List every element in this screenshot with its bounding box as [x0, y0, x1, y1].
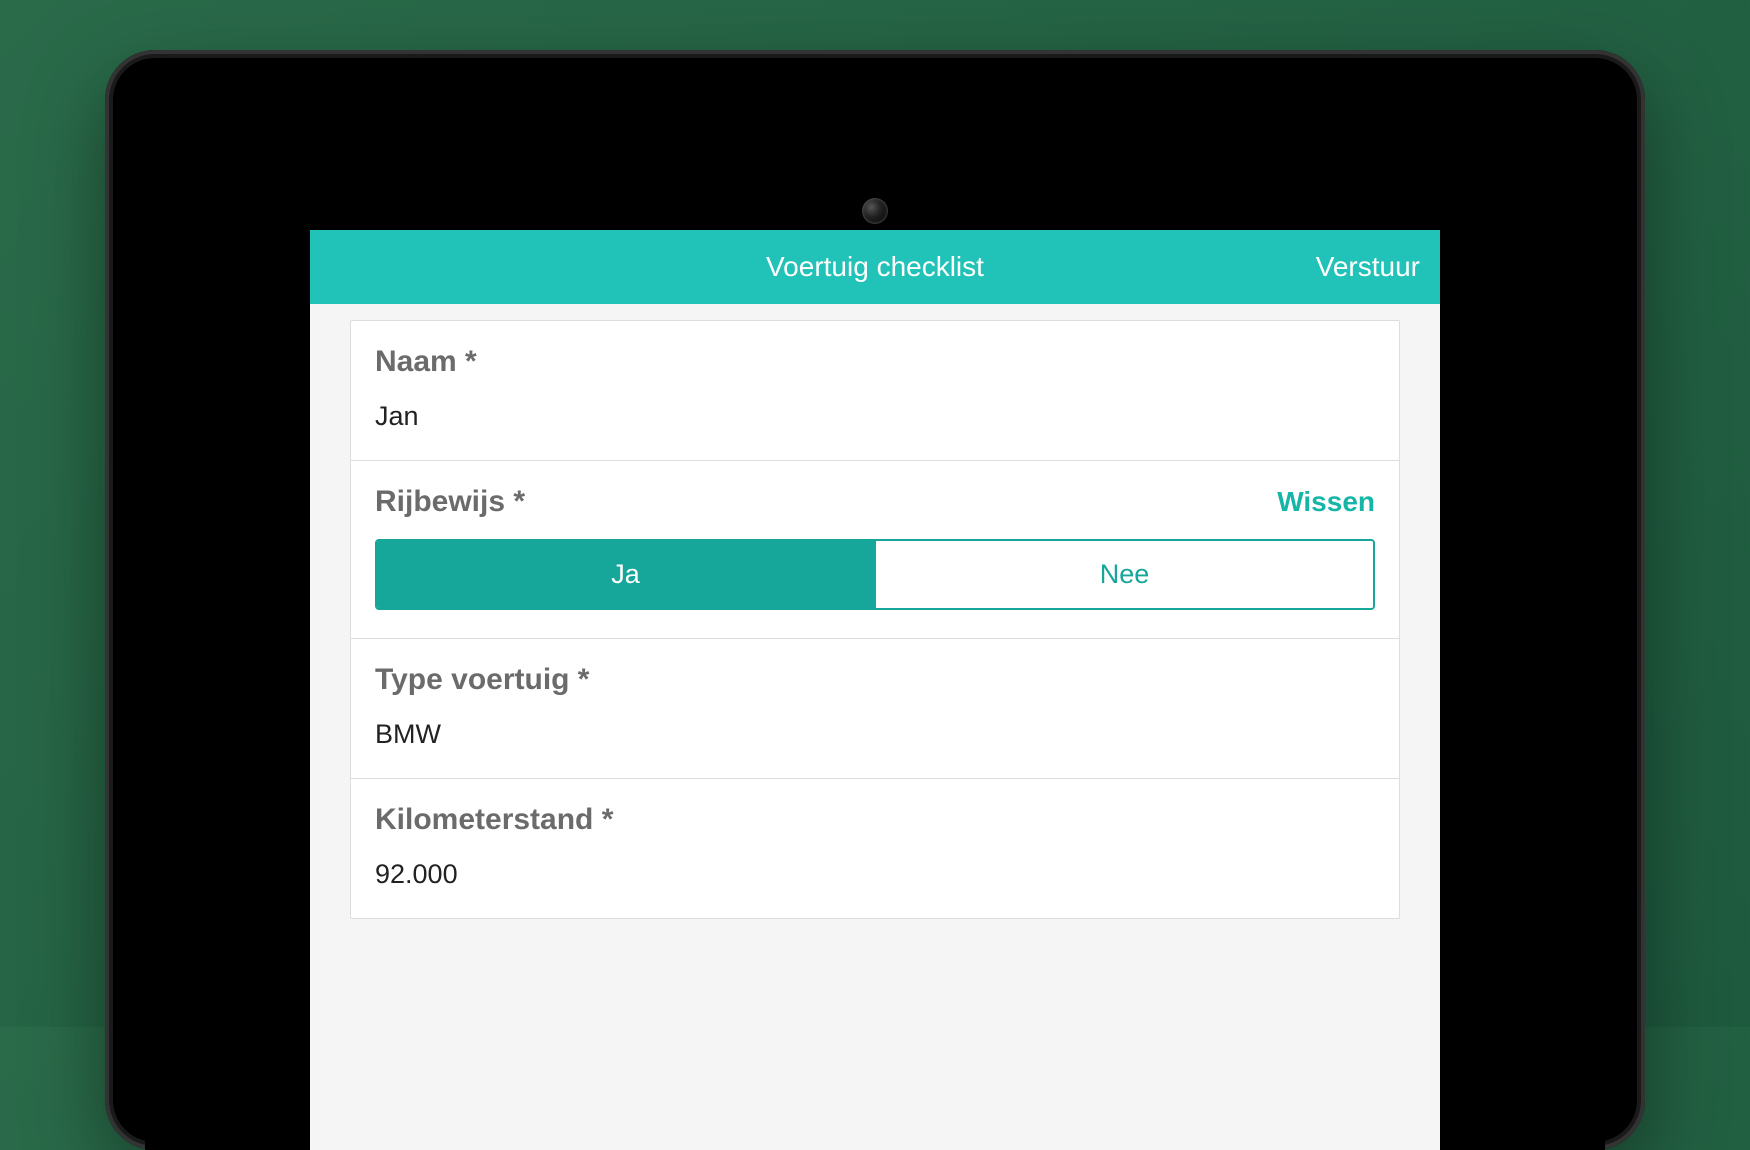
- name-input[interactable]: Jan: [375, 401, 1375, 432]
- license-label: Rijbewijs *: [375, 485, 525, 519]
- mileage-input[interactable]: 92.000: [375, 859, 1375, 890]
- license-header: Rijbewijs * Wissen: [375, 485, 1375, 519]
- tablet-frame: Voertuig checklist Verstuur Naam * Jan R…: [105, 50, 1645, 1150]
- vehicle-type-input[interactable]: BMW: [375, 719, 1375, 750]
- section-mileage: Kilometerstand * 92.000: [351, 779, 1399, 918]
- name-label: Naam *: [375, 345, 1375, 379]
- section-license: Rijbewijs * Wissen Ja Nee: [351, 461, 1399, 639]
- segment-yes[interactable]: Ja: [377, 541, 876, 608]
- clear-button[interactable]: Wissen: [1277, 486, 1375, 518]
- form-card: Naam * Jan Rijbewijs * Wissen Ja Nee: [350, 320, 1400, 919]
- vehicle-type-label: Type voertuig *: [375, 663, 1375, 697]
- app-container: Voertuig checklist Verstuur Naam * Jan R…: [310, 230, 1440, 1150]
- page-title: Voertuig checklist: [766, 251, 984, 283]
- segment-no[interactable]: Nee: [876, 541, 1373, 608]
- camera-icon: [862, 198, 888, 224]
- section-vehicle-type: Type voertuig * BMW: [351, 639, 1399, 779]
- section-name: Naam * Jan: [351, 321, 1399, 461]
- mileage-label: Kilometerstand *: [375, 803, 1375, 837]
- tablet-screen: Voertuig checklist Verstuur Naam * Jan R…: [145, 160, 1605, 1150]
- app-header: Voertuig checklist Verstuur: [310, 230, 1440, 304]
- form-content: Naam * Jan Rijbewijs * Wissen Ja Nee: [310, 304, 1440, 1150]
- license-segmented-control: Ja Nee: [375, 539, 1375, 610]
- send-button[interactable]: Verstuur: [1316, 251, 1420, 283]
